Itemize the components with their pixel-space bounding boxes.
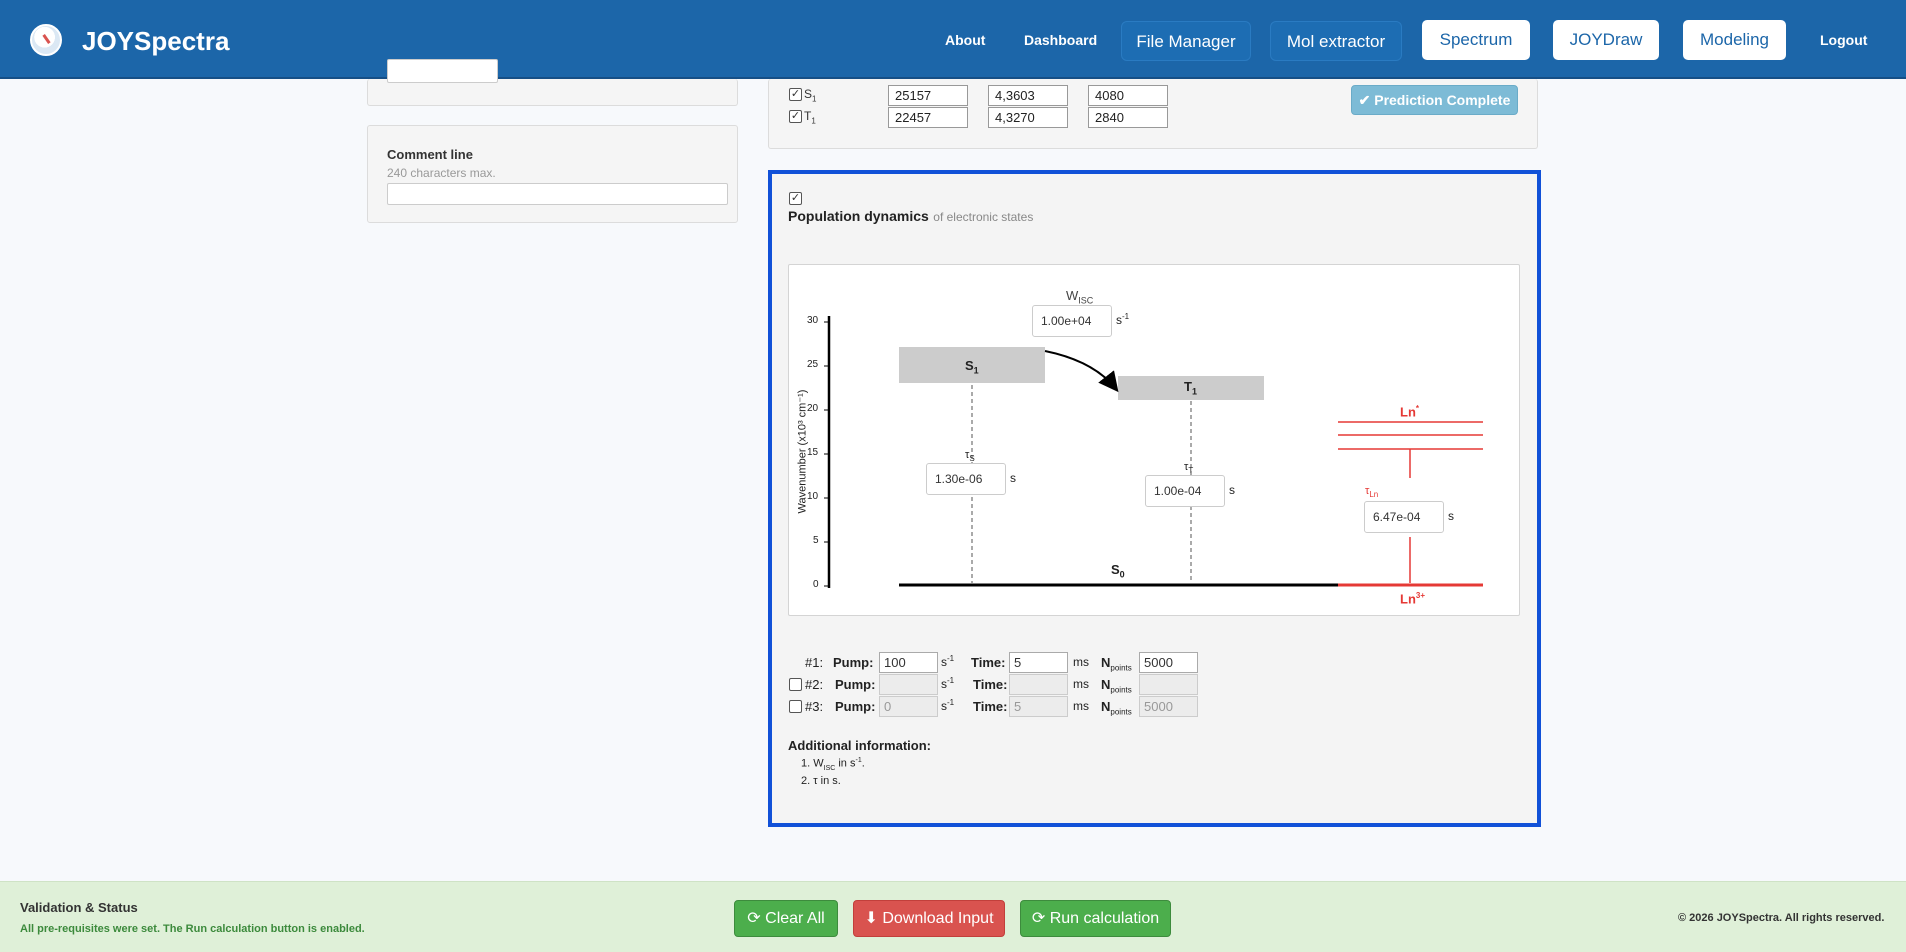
y-tick-label-10: 10 xyxy=(807,491,819,502)
upper-left-panel xyxy=(367,59,738,106)
clear-all-button[interactable]: ⟳ Clear All xyxy=(734,900,838,937)
additional-info-title: Additional information: xyxy=(788,738,931,753)
energy-level-diagram: 30 25 20 15 10 5 0 Wavenumber (x10³ cm⁻¹… xyxy=(788,264,1520,616)
y-tick-label-5: 5 xyxy=(813,535,819,546)
state-t1-label: T1 xyxy=(804,109,816,126)
pump-row-2-checkbox[interactable] xyxy=(789,678,802,691)
state-s1-energy-input[interactable]: 25157 xyxy=(888,85,968,106)
ln3-label: Ln3+ xyxy=(1400,591,1426,607)
footer-copyright: © 2026 JOYSpectra. All rights reserved. xyxy=(1678,912,1885,924)
pump-row-1-pump-unit: s-1 xyxy=(941,654,955,669)
pump-row-2-time-input[interactable] xyxy=(1009,674,1068,695)
pump-row-2-pump-input[interactable] xyxy=(879,674,938,695)
tau-s-input[interactable]: 1.30e-06 xyxy=(926,463,1006,495)
pump-row-2-index: #2: xyxy=(805,677,824,692)
nav-about[interactable]: About xyxy=(945,32,985,48)
tau-s-unit: s xyxy=(1010,471,1016,485)
pump-row-3-time-input[interactable]: 5 xyxy=(1009,696,1068,717)
top-navbar: JOYSpectra About Dashboard File Manager … xyxy=(0,0,1906,79)
pump-row-3-time-label: Time: xyxy=(973,699,1008,714)
pump-row-2-time-label: Time: xyxy=(973,677,1008,692)
y-tick-label-0: 0 xyxy=(813,579,819,590)
states-header-clipped xyxy=(788,79,1188,81)
nav-joydraw-button[interactable]: JOYDraw xyxy=(1553,20,1659,60)
app-brand[interactable]: JOYSpectra xyxy=(82,26,229,57)
run-calculation-button[interactable]: ⟳ Run calculation xyxy=(1020,900,1171,937)
upper-left-input[interactable] xyxy=(387,59,498,83)
nav-file-manager[interactable]: File Manager xyxy=(1121,21,1251,61)
population-checkbox[interactable]: ✓ xyxy=(789,192,802,205)
pump-row-3-pump-label: Pump: xyxy=(835,699,876,714)
nav-spectrum-button[interactable]: Spectrum xyxy=(1422,20,1530,60)
pump-row-1-pump-input[interactable]: 100 xyxy=(879,652,938,673)
app-logo-icon[interactable] xyxy=(30,24,62,56)
download-input-button[interactable]: ⬇ Download Input xyxy=(853,900,1005,937)
energy-diagram-svg xyxy=(824,316,1483,588)
pump-row-1-npoints-label: Npoints xyxy=(1101,655,1132,673)
footer-status-title: Validation & Status xyxy=(20,900,138,915)
population-heading: Population dynamics of electronic states xyxy=(788,208,1033,226)
ln-star-label: Ln* xyxy=(1400,404,1420,420)
s0-level-label: S0 xyxy=(1111,562,1125,580)
pump-row-1-time-label: Time: xyxy=(971,655,1006,670)
nav-mol-extractor[interactable]: Mol extractor xyxy=(1270,21,1402,61)
w-isc-input[interactable]: 1.00e+04 xyxy=(1032,305,1112,337)
additional-info-item-2: 2. τ in s. xyxy=(801,775,841,787)
state-s1-checkbox[interactable]: ✓ xyxy=(789,88,802,101)
comment-hint: 240 characters max. xyxy=(387,166,496,180)
pump-row-2-pump-label: Pump: xyxy=(835,677,876,692)
tau-ln-label: τLn xyxy=(1365,485,1379,500)
state-s1-rl-input[interactable]: 4,3603 xyxy=(988,85,1068,106)
y-axis-label: Wavenumber (x10³ cm⁻¹) xyxy=(796,389,809,514)
y-tick-label-15: 15 xyxy=(807,447,819,458)
tau-t-unit: s xyxy=(1229,483,1235,497)
pump-row-2-time-unit: ms xyxy=(1073,677,1089,691)
w-isc-label: WISC xyxy=(1066,288,1094,306)
nav-modeling-button[interactable]: Modeling xyxy=(1683,20,1786,60)
prediction-complete-button[interactable]: ✔ Prediction Complete xyxy=(1351,85,1518,115)
nav-logout[interactable]: Logout xyxy=(1820,32,1867,48)
pump-row-3-pump-input[interactable]: 0 xyxy=(879,696,938,717)
pump-row-1-time-input[interactable]: 5 xyxy=(1009,652,1068,673)
comment-panel: Comment line 240 characters max. xyxy=(367,125,738,223)
population-subtitle: of electronic states xyxy=(933,210,1034,224)
pump-row-3-index: #3: xyxy=(805,699,824,714)
tau-ln-unit: s xyxy=(1448,509,1454,523)
footer-status-message: All pre-requisites were set. The Run cal… xyxy=(20,923,365,935)
s1-level-label: S1 xyxy=(965,358,979,376)
pump-row-1-time-unit: ms xyxy=(1073,655,1089,669)
tau-t-input[interactable]: 1.00e-04 xyxy=(1145,475,1225,507)
pump-row-2-npoints-input[interactable] xyxy=(1139,674,1198,695)
t1-level-label: T1 xyxy=(1184,379,1197,397)
isc-arrow xyxy=(1044,350,1119,393)
pump-row-1-pump-label: Pump: xyxy=(833,655,874,670)
pump-row-3-npoints-label: Npoints xyxy=(1101,699,1132,717)
pump-row-3-time-unit: ms xyxy=(1073,699,1089,713)
y-tick-label-20: 20 xyxy=(807,403,819,414)
pump-row-3-npoints-input[interactable]: 5000 xyxy=(1139,696,1198,717)
tau-ln-input[interactable]: 6.47e-04 xyxy=(1364,501,1444,533)
pump-row-2-npoints-label: Npoints xyxy=(1101,677,1132,695)
w-isc-unit: s-1 xyxy=(1116,312,1130,327)
population-title: Population dynamics xyxy=(788,208,929,224)
pump-row-1-index: #1: xyxy=(805,655,824,670)
state-t1-energy-input[interactable]: 22457 xyxy=(888,107,968,128)
state-t1-checkbox[interactable]: ✓ xyxy=(789,110,802,123)
pump-row-2-pump-unit: s-1 xyxy=(941,676,955,691)
tau-t-label: τT xyxy=(1184,461,1194,476)
pump-row-3-checkbox[interactable] xyxy=(789,700,802,713)
state-t1-rl-input[interactable]: 4,3270 xyxy=(988,107,1068,128)
additional-info-item-1: 1. WISC in s-1. xyxy=(801,757,865,772)
y-tick-label-30: 30 xyxy=(807,315,819,326)
comment-input[interactable] xyxy=(387,183,728,205)
tau-s-label: τS xyxy=(965,449,975,464)
pump-row-1-npoints-input[interactable]: 5000 xyxy=(1139,652,1198,673)
state-s1-fwhm-input[interactable]: 4080 xyxy=(1088,85,1168,106)
comment-label: Comment line xyxy=(387,147,473,162)
state-t1-fwhm-input[interactable]: 2840 xyxy=(1088,107,1168,128)
pump-row-3-pump-unit: s-1 xyxy=(941,698,955,713)
nav-dashboard[interactable]: Dashboard xyxy=(1024,32,1097,48)
state-s1-label: S1 xyxy=(804,87,817,104)
y-tick-label-25: 25 xyxy=(807,359,819,370)
